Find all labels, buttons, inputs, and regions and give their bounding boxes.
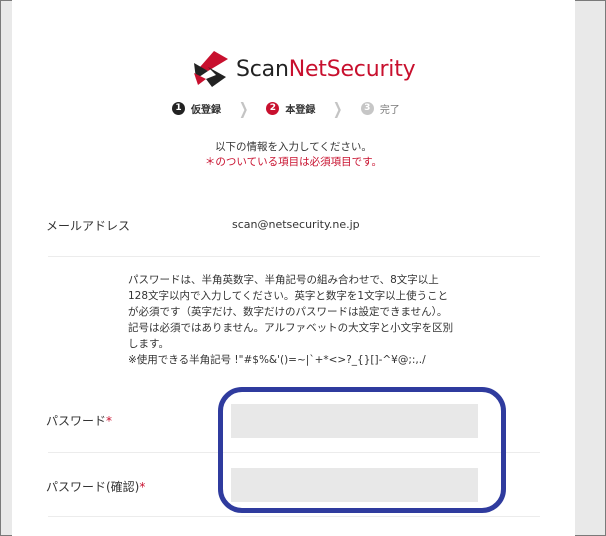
password-confirm-label: パスワード(確認)* [46, 478, 145, 495]
password-label-text: パスワード [46, 414, 107, 428]
brand-name-netsecurity: NetSecurity [288, 56, 416, 82]
password-rule-line: 128文字以内で入力してください。英字と数字を1文字以上使うこと [128, 290, 449, 302]
password-rule-line: ※使用できる半角記号 !"#$%&'()=~|`+*<>?_{}[]-^¥@;:… [128, 354, 426, 366]
password-rule-line: が必須です（英字だけ、数字だけのパスワードは設定できません）。 [128, 306, 448, 318]
registration-steps: 1 仮登録 ❯ 2 本登録 ❯ 3 完了 [172, 98, 400, 118]
email-value: scan@netsecurity.ne.jp [232, 218, 360, 231]
step-complete: 3 完了 [360, 101, 400, 116]
brand-logo: ScanNetSecurity [192, 47, 416, 91]
password-rule-line: します。 [128, 338, 169, 350]
password-rule-line: パスワードは、半角英数字、半角記号の組み合わせで、8文字以上 [128, 274, 439, 286]
required-mark: * [106, 414, 113, 428]
step-label: 仮登録 [191, 104, 221, 116]
step-main-registration: 2 本登録 [266, 101, 315, 116]
intro-text: 以下の情報を入力してください。 ＊のついている項目は必須項目です。 [12, 140, 575, 170]
intro-instruction: 以下の情報を入力してください。 [215, 141, 372, 153]
password-label: パスワード* [46, 412, 112, 429]
registration-panel: ScanNetSecurity 1 仮登録 ❯ 2 本登録 ❯ 3 完了 以下の… [12, 0, 575, 536]
chevron-right-icon: ❯ [239, 98, 249, 118]
scannetsecurity-logo-icon [194, 51, 228, 87]
required-note: ＊のついている項目は必須項目です。 [204, 156, 383, 168]
password-rules-note: パスワードは、半角英数字、半角記号の組み合わせで、8文字以上 128文字以内で入… [128, 272, 458, 368]
chevron-right-icon: ❯ [333, 98, 343, 118]
password-fields-highlight [218, 387, 506, 513]
divider [48, 256, 540, 257]
step-number: 3 [360, 101, 374, 115]
brand-name: ScanNetSecurity [236, 56, 416, 82]
step-label: 完了 [379, 104, 400, 116]
step-number: 1 [172, 101, 185, 115]
email-label: メールアドレス [46, 219, 131, 233]
required-mark: * [139, 480, 146, 494]
password-confirm-label-text: パスワード(確認) [46, 480, 140, 494]
brand-name-scan: Scan [236, 56, 289, 82]
step-label: 本登録 [285, 104, 316, 116]
divider [48, 516, 540, 517]
step-provisional: 1 仮登録 [172, 101, 221, 116]
step-number: 2 [266, 101, 280, 115]
password-rule-line: 記号は必須ではありません。アルファベットの大文字と小文字を区別 [128, 322, 454, 334]
